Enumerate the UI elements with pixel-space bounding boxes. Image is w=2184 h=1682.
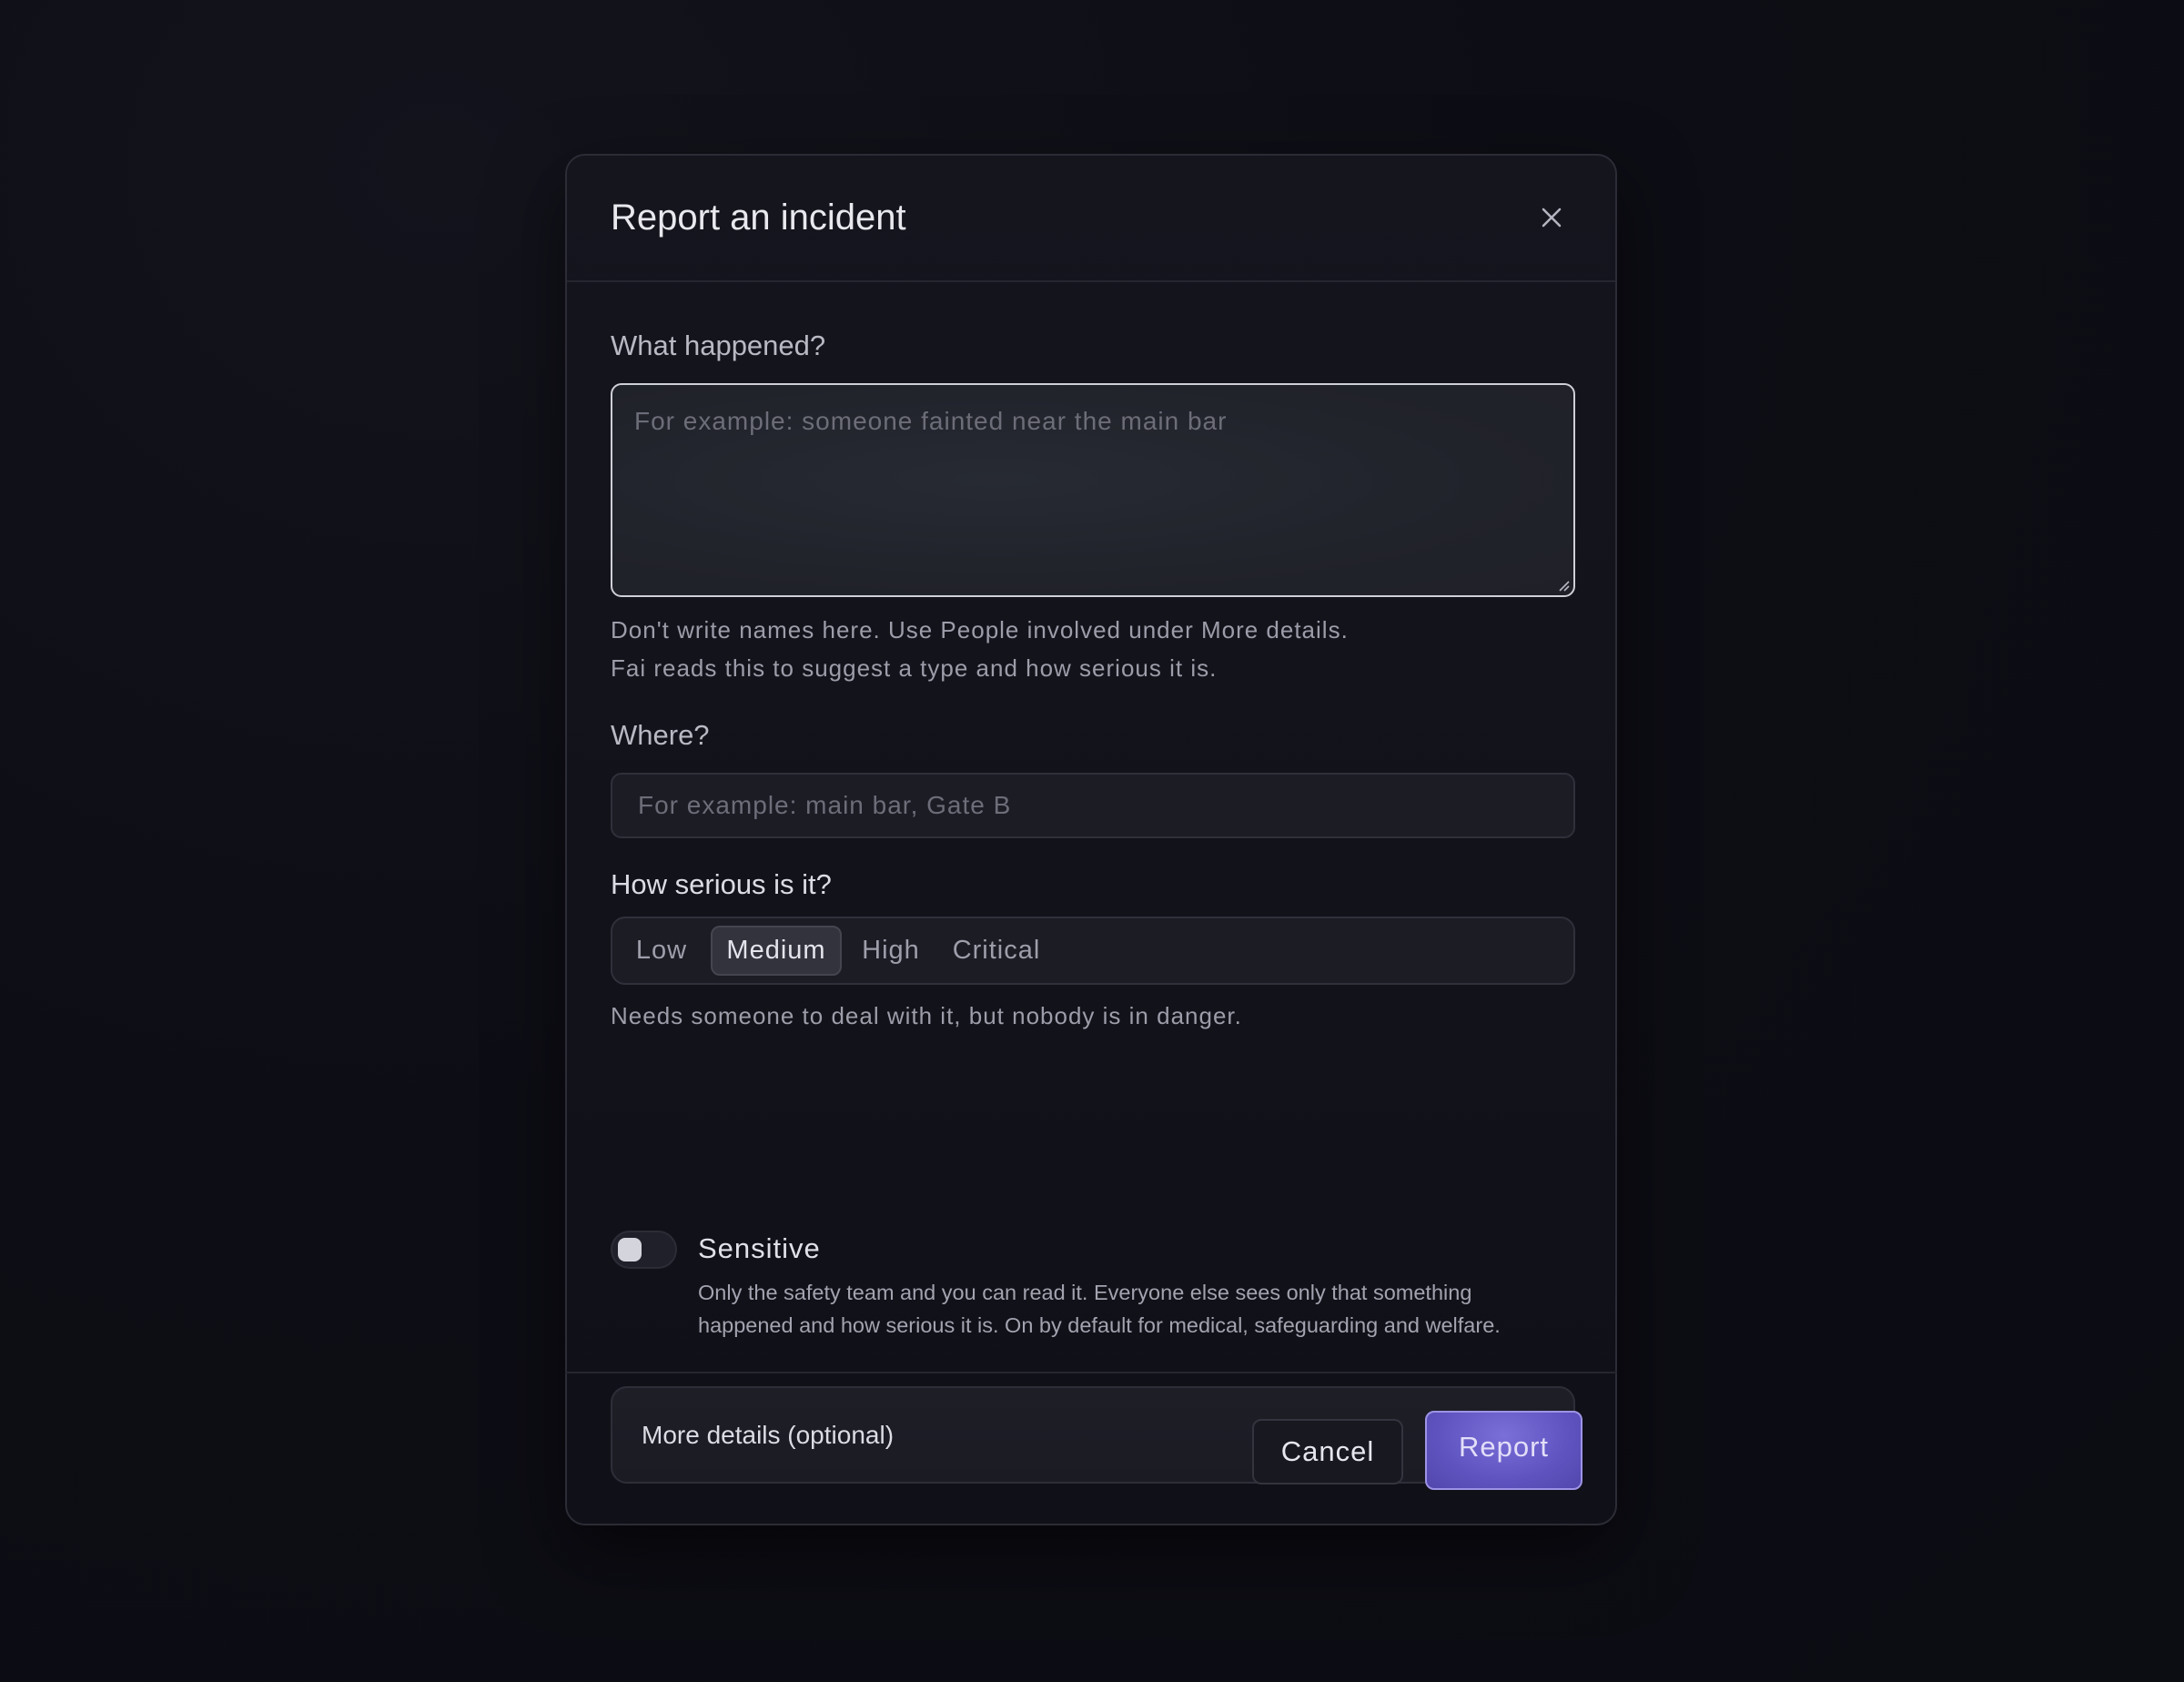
- severity-option-high[interactable]: High: [851, 926, 931, 976]
- report-button[interactable]: Report: [1425, 1411, 1582, 1490]
- footer-divider: [565, 1372, 1617, 1373]
- severity-option-medium[interactable]: Medium: [711, 926, 842, 976]
- where-label: Where?: [611, 719, 710, 751]
- more-details-label: More details (optional): [642, 1421, 895, 1449]
- report-incident-dialog: Report an incident What happened? Don't …: [565, 154, 1617, 1525]
- where-field[interactable]: [611, 773, 1575, 838]
- what-happened-hint-2: Fai reads this to suggest a type and how…: [611, 654, 1218, 682]
- toggle-knob: [618, 1238, 642, 1262]
- severity-option-low[interactable]: Low: [622, 926, 702, 976]
- sensitive-label: Sensitive: [698, 1232, 821, 1264]
- resize-grip-icon[interactable]: [1557, 579, 1570, 592]
- where-input[interactable]: [612, 775, 1573, 836]
- severity-selector: Low Medium High Critical: [611, 917, 1575, 985]
- sensitive-toggle[interactable]: [611, 1231, 677, 1269]
- what-happened-field[interactable]: [611, 383, 1575, 597]
- cancel-button[interactable]: Cancel: [1252, 1419, 1403, 1484]
- dialog-header: Report an incident: [567, 156, 1615, 282]
- sensitive-description: Only the safety team and you can read it…: [698, 1281, 1501, 1337]
- severity-label: How serious is it?: [611, 868, 832, 900]
- severity-option-critical[interactable]: Critical: [940, 926, 1053, 976]
- what-happened-hint-1: Don't write names here. Use People invol…: [611, 616, 1349, 643]
- close-icon: [1542, 208, 1562, 228]
- dialog-title: Report an incident: [611, 198, 906, 238]
- close-button[interactable]: [1535, 201, 1568, 234]
- what-happened-label: What happened?: [611, 329, 826, 361]
- what-happened-textarea[interactable]: [612, 385, 1573, 595]
- severity-description: Needs someone to deal with it, but nobod…: [611, 1002, 1242, 1029]
